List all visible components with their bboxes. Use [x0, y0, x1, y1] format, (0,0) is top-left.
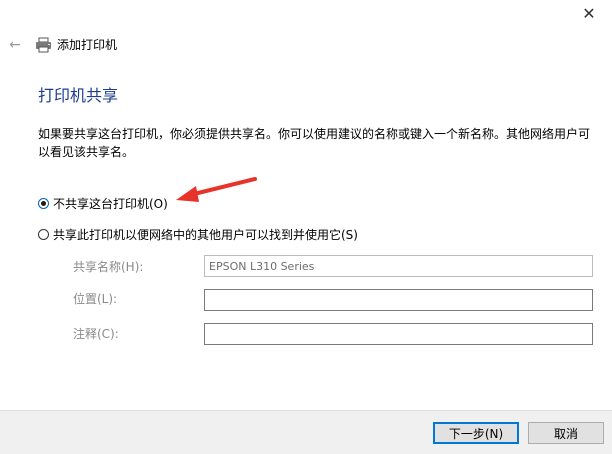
- back-button[interactable]: ←: [7, 37, 23, 53]
- share-name-label: 共享名称(H):: [73, 260, 144, 274]
- next-button-label: 下一步(N): [448, 426, 504, 441]
- page-heading: 打印机共享: [38, 86, 119, 105]
- share-printer-label: 共享此打印机以便网络中的其他用户可以找到并使用它(S): [53, 228, 358, 242]
- do-not-share-radio[interactable]: [38, 198, 49, 209]
- window-title: 添加打印机: [57, 38, 118, 52]
- share-printer-radio[interactable]: [38, 229, 49, 240]
- location-field[interactable]: [204, 289, 593, 311]
- printer-icon: [36, 37, 51, 53]
- do-not-share-label: 不共享这台打印机(O): [53, 197, 168, 211]
- location-label: 位置(L):: [73, 292, 118, 306]
- next-button[interactable]: 下一步(N): [433, 422, 519, 444]
- instructions-text: 如果要共享这台打印机，你必须提供共享名。你可以使用建议的名称或键入一个新名称。其…: [38, 127, 591, 159]
- comment-field[interactable]: [204, 323, 593, 345]
- cancel-button[interactable]: 取消: [528, 422, 604, 444]
- close-icon: ✕: [582, 4, 596, 23]
- dialog-footer: 下一步(N) 取消: [0, 410, 612, 454]
- comment-label: 注释(C):: [73, 327, 119, 341]
- do-not-share-option[interactable]: 不共享这台打印机(O): [38, 195, 168, 212]
- cancel-button-label: 取消: [553, 426, 578, 441]
- back-arrow-icon: ←: [9, 37, 21, 53]
- share-name-field[interactable]: EPSON L310 Series: [204, 255, 593, 277]
- close-button[interactable]: ✕: [578, 3, 600, 25]
- share-printer-option[interactable]: 共享此打印机以便网络中的其他用户可以找到并使用它(S): [38, 226, 358, 243]
